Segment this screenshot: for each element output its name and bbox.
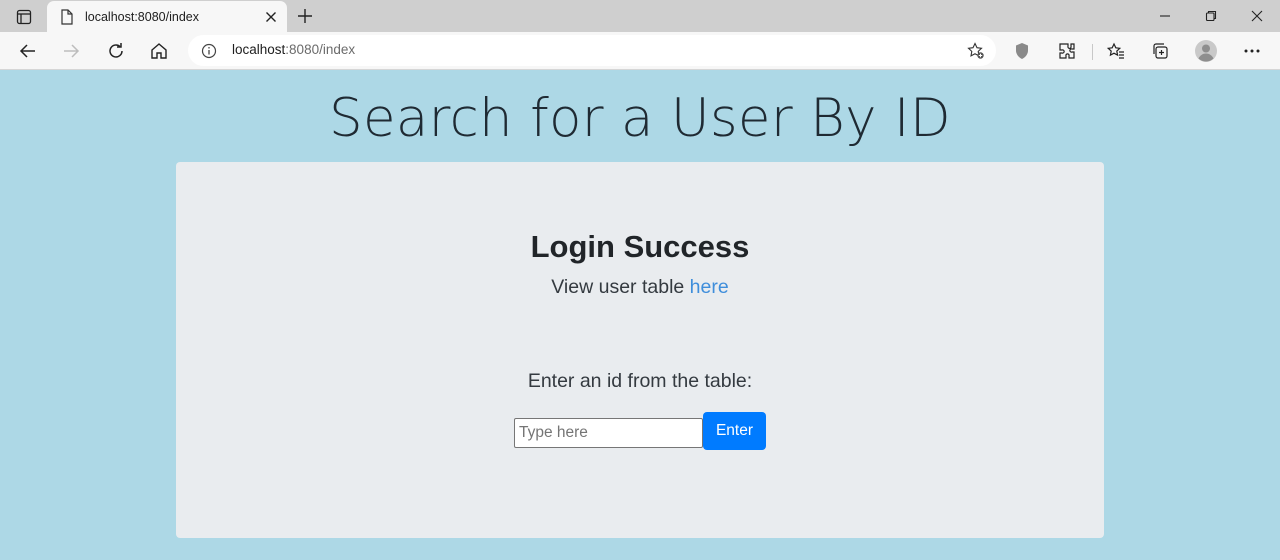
url-path: :8080/index	[285, 42, 356, 57]
toolbar-divider	[1092, 44, 1093, 60]
plus-icon[interactable]	[292, 4, 318, 28]
login-heading: Login Success	[530, 229, 750, 264]
tab-active[interactable]: localhost:8080/index	[47, 1, 287, 32]
view-table-text: View user table here	[176, 276, 1104, 299]
home-icon[interactable]	[145, 37, 173, 65]
reload-icon[interactable]	[102, 37, 130, 65]
browser-toolbar: localhost:8080/index	[0, 32, 1280, 70]
shield-icon[interactable]	[1008, 37, 1036, 65]
tab-title: localhost:8080/index	[85, 9, 199, 24]
id-prompt: Enter an id from the table:	[527, 370, 753, 392]
user-table-link[interactable]: here	[690, 276, 729, 298]
profile-icon[interactable]	[1192, 37, 1220, 65]
more-icon[interactable]	[1238, 37, 1266, 65]
close-icon[interactable]	[259, 5, 283, 29]
view-table-prefix: View user table	[551, 276, 690, 298]
sidebar-icon[interactable]	[10, 6, 38, 28]
extensions-icon[interactable]	[1053, 37, 1081, 65]
back-icon[interactable]	[14, 37, 42, 65]
window-close-icon[interactable]	[1234, 0, 1280, 32]
favorite-add-icon[interactable]	[966, 41, 986, 61]
info-icon[interactable]	[200, 42, 218, 60]
favorites-icon[interactable]	[1102, 37, 1130, 65]
enter-button[interactable]: Enter	[703, 412, 766, 450]
login-card: Login Success View user table here Enter…	[176, 162, 1104, 538]
forward-icon	[57, 37, 85, 65]
url-text[interactable]: localhost:8080/index	[232, 42, 355, 57]
url-host: localhost	[232, 42, 286, 57]
collections-icon[interactable]	[1146, 37, 1174, 65]
restore-icon[interactable]	[1188, 0, 1234, 32]
minimize-icon[interactable]	[1142, 0, 1188, 32]
page-title: Search for a User By ID	[329, 88, 951, 149]
tab-strip: localhost:8080/index	[0, 0, 1280, 32]
address-bar[interactable]: localhost:8080/index	[188, 35, 996, 66]
id-input[interactable]	[514, 418, 703, 448]
page-icon	[59, 8, 75, 25]
